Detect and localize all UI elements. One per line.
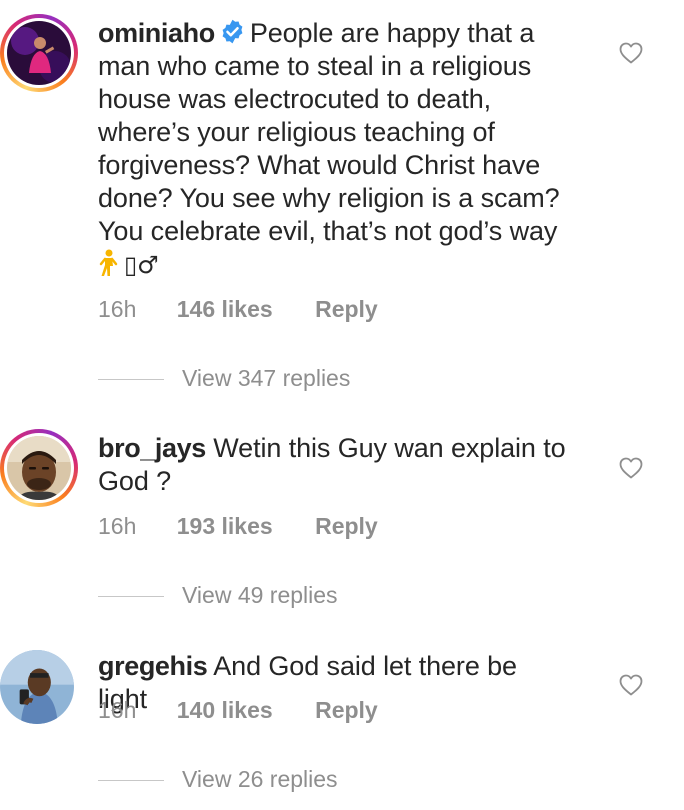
view-replies-label: View 26 replies: [182, 766, 338, 792]
comment-username[interactable]: bro_jays: [98, 433, 206, 463]
comment-line: man who came to steal in a religious: [98, 51, 532, 81]
emoji-glyph: ▯♂: [124, 251, 159, 279]
reply-button[interactable]: Reply: [315, 513, 378, 540]
replies-divider: [98, 379, 164, 381]
heart-outline-icon[interactable]: [619, 674, 643, 696]
replies-divider: [98, 780, 164, 782]
view-replies-button[interactable]: View 347 replies: [98, 365, 350, 392]
comment-time: 16h: [98, 697, 137, 723]
comment-time: 16h: [98, 513, 137, 539]
comment-text: ominiaho People are happy that a man who …: [98, 17, 568, 282]
person-walking-emoji: [98, 249, 118, 277]
reply-button[interactable]: Reply: [315, 697, 378, 724]
comment-line: People are happy that a: [249, 18, 535, 48]
comment-likes[interactable]: 193 likes: [177, 513, 273, 540]
comment-line: You celebrate evil, that’s not god’s way: [98, 216, 558, 246]
verified-badge-icon: [219, 18, 246, 45]
avatar-wrapper[interactable]: [0, 650, 74, 724]
comment-time: 16h: [98, 296, 137, 322]
view-replies-label: View 347 replies: [182, 365, 351, 391]
comment-meta: 16h 140 likes Reply: [98, 697, 378, 724]
comment-line: done? You see why religion is a scam?: [98, 183, 560, 213]
replies-divider: [98, 596, 164, 598]
avatar-story-ring[interactable]: [0, 429, 78, 507]
avatar-story-ring[interactable]: [0, 14, 78, 92]
comment-line: forgiveness? What would Christ have: [98, 150, 541, 180]
view-replies-button[interactable]: View 26 replies: [98, 766, 338, 793]
avatar: [7, 21, 71, 85]
comment-meta: 16h 193 likes Reply: [98, 513, 378, 540]
view-replies-label: View 49 replies: [182, 582, 338, 608]
comment-line: where’s your religious teaching of: [98, 117, 495, 147]
heart-outline-icon[interactable]: [619, 457, 643, 479]
comment-likes[interactable]: 140 likes: [177, 697, 273, 724]
avatar: [7, 436, 71, 500]
comment-text: bro_jays Wetin this Guy wan explain to G…: [98, 432, 568, 498]
comment-username[interactable]: ominiaho: [98, 18, 215, 48]
view-replies-button[interactable]: View 49 replies: [98, 582, 338, 609]
comment-line: Wetin this Guy wan explain to: [213, 433, 566, 463]
comment-meta: 16h 146 likes Reply: [98, 296, 378, 323]
comment-line: house was electrocuted to death,: [98, 84, 492, 114]
avatar: [0, 650, 74, 724]
comment-line: God ?: [98, 466, 172, 496]
heart-outline-icon[interactable]: [619, 42, 643, 64]
comment-username[interactable]: gregehis: [98, 651, 208, 681]
comment-likes[interactable]: 146 likes: [177, 296, 273, 323]
reply-button[interactable]: Reply: [315, 296, 378, 323]
